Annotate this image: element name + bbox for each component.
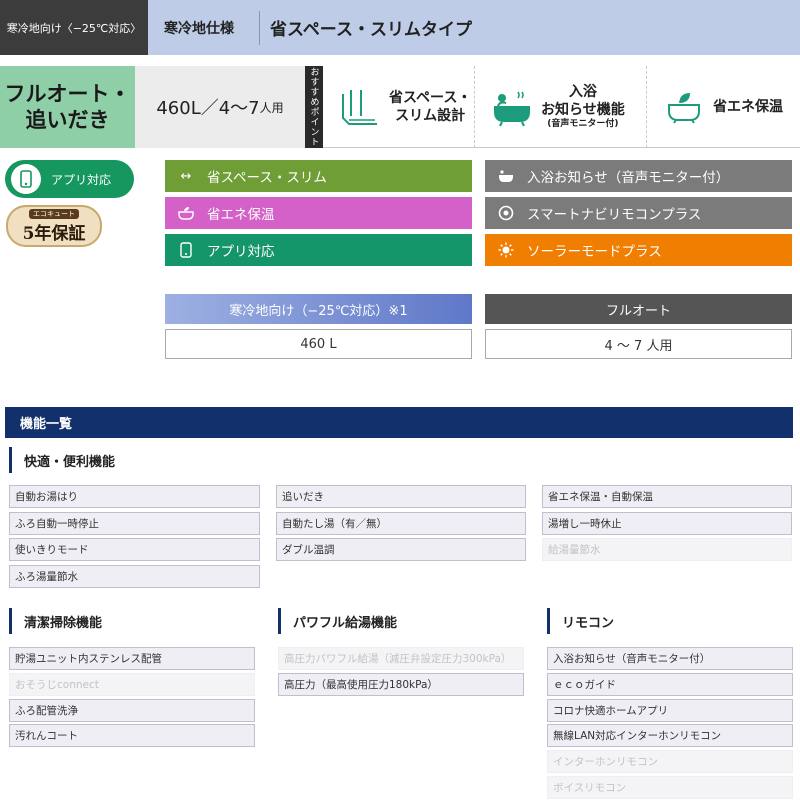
function-item: ふろ配管洗浄 [9, 698, 255, 722]
app-badge-label: アプリ対応 [51, 172, 112, 187]
feature-bath-sub: (音声モニター付) [547, 119, 619, 130]
arrows-icon: ↔ [180, 168, 192, 184]
eco-bath-icon [661, 84, 707, 130]
top-header: 寒冷地向け〈−25℃対応〉 寒冷地仕様 省スペース・スリムタイプ [0, 0, 800, 55]
function-item: 給湯量節水 [542, 538, 792, 561]
app-icon [177, 242, 195, 258]
function-item: おそうじconnect [9, 672, 255, 696]
warranty-badge: エコキュート 5年保証 [6, 205, 102, 247]
bath-notify-icon [497, 169, 515, 183]
function-item: 自動お湯はり [9, 485, 260, 508]
capacity-unit: 人用 [259, 100, 284, 115]
function-item: 高圧力（最高使用圧力180kPa） [278, 672, 524, 696]
sun-icon [497, 242, 515, 258]
function-item: ふろ湯量節水 [9, 564, 260, 588]
feature-slim-line2: スリム設計 [395, 108, 466, 124]
capacity-value: 460L／4〜7 [156, 98, 260, 119]
cold-region-label: 寒冷地向け〈−25℃対応〉 [0, 0, 148, 55]
spec-auto-header: フルオート [485, 294, 792, 324]
feature-eco-text: 省エネ保温 [713, 98, 783, 115]
function-item: 自動たし湯（有／無） [276, 511, 526, 535]
bath-notify-icon [489, 84, 535, 130]
function-item: 入浴お知らせ（音声モニター付） [547, 647, 793, 670]
feature-button-remote-label: スマートナビリモコンプラス [527, 207, 702, 223]
capacity-label: 460L／4〜7 人用 [135, 66, 305, 148]
full-auto-line1: フルオート・ [4, 81, 131, 106]
function-item: 汚れんコート [9, 724, 255, 748]
full-auto-label: フルオート・ 追いだき [0, 66, 135, 148]
full-auto-line2: 追いだき [25, 108, 110, 132]
feature-bath-notify-text: 入浴 お知らせ機能 (音声モニター付) [535, 83, 625, 131]
feature-eco: 省エネ保温 [647, 66, 800, 148]
type-label: 省スペース・スリムタイプ [270, 20, 472, 40]
spec-auto-value: 4 〜 7 人用 [485, 329, 792, 359]
spec-cold-header: 寒冷地向け（−25℃対応）※1 [165, 294, 472, 324]
feature-button-solar-label: ソーラーモードプラス [527, 244, 662, 260]
feature-button-app: アプリ対応 [165, 234, 472, 266]
spec-label: 寒冷地仕様 [148, 10, 260, 45]
feature-bath-notify: 入浴 お知らせ機能 (音声モニター付) [475, 66, 647, 148]
function-item: 貯湯ユニット内ステンレス配管 [9, 647, 255, 670]
category-powerful: パワフル給湯機能 [278, 608, 528, 634]
function-item: 使いきりモード [9, 538, 260, 561]
function-item: 省エネ保温・自動保温 [542, 485, 792, 508]
feature-slim-text: 省スペース・ スリム設計 [383, 89, 471, 125]
feature-button-solar: ソーラーモードプラス [485, 234, 792, 266]
remote-icon [497, 205, 515, 221]
spec-cold-value: 460 L [165, 329, 472, 359]
category-remote: リモコン [547, 608, 797, 634]
warranty-top: エコキュート [29, 208, 79, 219]
feature-button-slim-label: 省スペース・スリム [207, 170, 327, 186]
feature-button-app-label: アプリ対応 [207, 244, 275, 260]
app-icon [11, 164, 41, 194]
category-comfort: 快適・便利機能 [9, 447, 789, 473]
feature-bath-line1: 入浴 [568, 83, 597, 100]
function-item: ダブル温調 [276, 538, 526, 561]
feature-slim: 省スペース・ スリム設計 [323, 66, 475, 148]
function-item: ｅｃｏガイド [547, 672, 793, 696]
spec-header: 寒冷地仕様 省スペース・スリムタイプ [148, 0, 800, 55]
function-item: コロナ快適ホームアプリ [547, 698, 793, 722]
function-item: 無線LAN対応インターホンリモコン [547, 724, 793, 748]
category-cleaning: 清潔掃除機能 [9, 608, 259, 634]
feature-band: フルオート・ 追いだき 460L／4〜7 人用 おすすめポイント 省スペース・ ス… [0, 66, 800, 148]
function-item: ボイスリモコン [547, 776, 793, 799]
feature-slim-line1: 省スペース・ [389, 89, 472, 106]
feature-button-eco: 省エネ保温 [165, 197, 472, 229]
feature-button-bath-notify: 入浴お知らせ（音声モニター付） [485, 160, 792, 192]
app-support-badge: アプリ対応 [5, 160, 134, 198]
recommend-label: おすすめポイント [305, 66, 323, 148]
feature-button-slim: ↔ 省スペース・スリム [165, 160, 472, 192]
function-item: 高圧力パワフル給湯（減圧弁設定圧力300kPa） [278, 647, 524, 670]
feature-button-eco-label: 省エネ保温 [207, 207, 275, 223]
feature-button-bath-notify-label: 入浴お知らせ（音声モニター付） [527, 170, 730, 186]
eco-bath-icon [177, 206, 195, 220]
warranty-main: 5年保証 [22, 223, 86, 244]
functions-title: 機能一覧 [5, 407, 793, 438]
feature-button-remote: スマートナビリモコンプラス [485, 197, 792, 229]
slim-unit-icon [337, 84, 383, 130]
feature-bath-line2: お知らせ機能 [541, 102, 625, 119]
function-item: 追いだき [276, 485, 526, 508]
function-item: 湯増し一時休止 [542, 511, 792, 535]
function-item: ふろ自動一時停止 [9, 511, 260, 535]
function-item: インターホンリモコン [547, 750, 793, 774]
